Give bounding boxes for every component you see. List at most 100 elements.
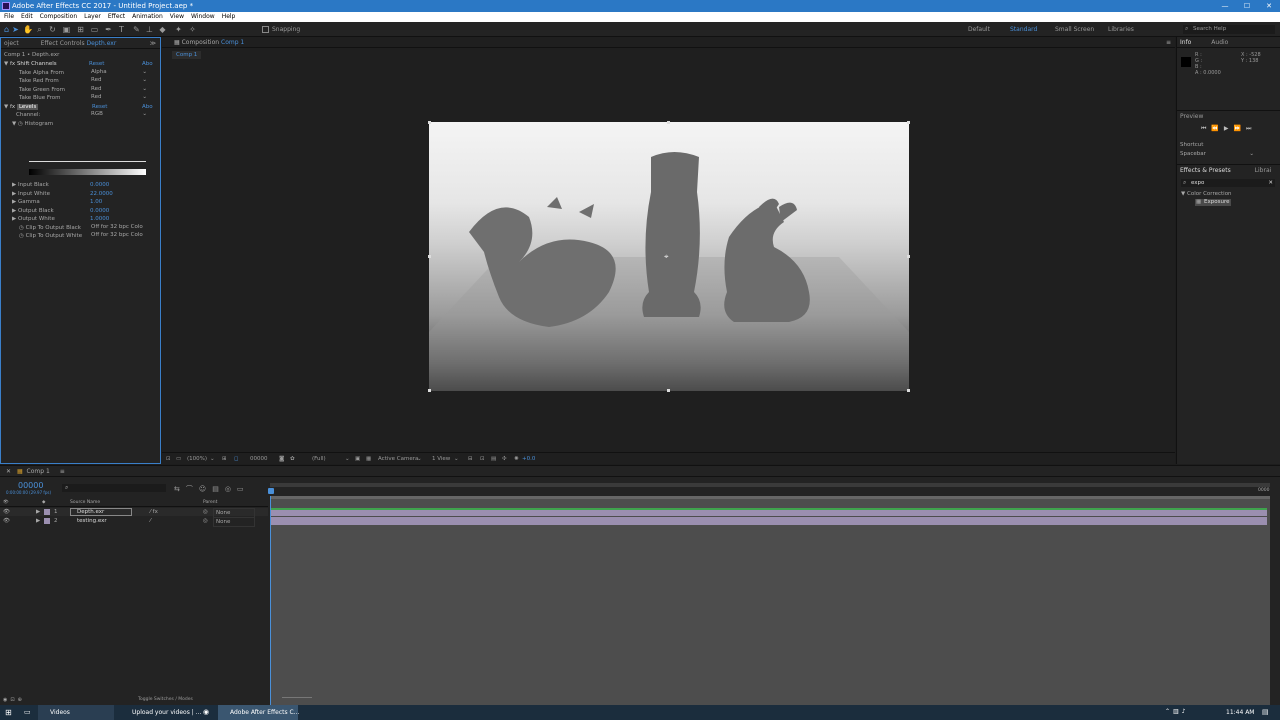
- view-layout-dropdown[interactable]: 1 View: [432, 453, 450, 465]
- eraser-tool-icon[interactable]: ◆: [158, 25, 167, 34]
- windows-start-icon[interactable]: ⊞: [5, 708, 12, 717]
- transform-handle[interactable]: [667, 121, 670, 124]
- expand-arrow-icon[interactable]: ▶: [12, 199, 16, 205]
- draft-3d-icon[interactable]: ⌒: [186, 485, 199, 493]
- menu-animation[interactable]: Animation: [132, 12, 163, 22]
- effect-shift-channels[interactable]: ▼ fx Shift Channels Reset Abo: [4, 60, 159, 68]
- tab-effect-controls[interactable]: Effect Controls Depth.exr: [41, 40, 117, 47]
- next-frame-icon[interactable]: ⏩: [1234, 125, 1246, 132]
- anchor-point-icon[interactable]: ⌖: [664, 252, 669, 262]
- panel-menu-icon[interactable]: ≡: [60, 468, 65, 475]
- zoom-tool-icon[interactable]: ⌕: [35, 25, 44, 34]
- about-link[interactable]: Abo: [142, 103, 153, 111]
- pen-tool-icon[interactable]: ✒: [104, 25, 113, 34]
- workspace-default[interactable]: Default: [968, 26, 990, 33]
- category-color-correction[interactable]: ▼ Color Correction: [1181, 191, 1232, 197]
- pick-whip-icon[interactable]: ◎: [203, 517, 208, 525]
- snapping-checkbox[interactable]: [262, 26, 269, 33]
- param-dropdown[interactable]: Red ⌄: [91, 94, 149, 101]
- camera-tool-icon[interactable]: ▣: [62, 25, 71, 34]
- expand-arrow-icon[interactable]: ▼: [4, 104, 8, 110]
- close-button[interactable]: ✕: [1258, 0, 1280, 12]
- transform-handle[interactable]: [667, 389, 670, 392]
- fx-icon[interactable]: fx: [10, 104, 15, 110]
- region-of-interest-icon[interactable]: ▣: [355, 453, 360, 465]
- panel-menu-icon[interactable]: ≡: [1166, 37, 1171, 48]
- histogram-row[interactable]: ▼ ◷ Histogram: [12, 120, 53, 128]
- param-output-white[interactable]: ▶ Output White: [12, 215, 55, 223]
- playhead-handle[interactable]: [268, 488, 274, 494]
- tab-audio[interactable]: Audio: [1211, 39, 1228, 46]
- toggle-pixel-aspect-icon[interactable]: ⊟: [468, 453, 473, 465]
- layer-bar[interactable]: [270, 508, 1267, 516]
- label-color-swatch[interactable]: [44, 518, 50, 524]
- layer-row[interactable]: 👁 ▶ 1 Depth.exr ⁄ fx ◎ None: [0, 508, 268, 518]
- composition-tab[interactable]: ▦ Composition Comp 1 ≡: [162, 37, 1175, 48]
- reset-link[interactable]: Reset: [89, 60, 104, 68]
- tab-project[interactable]: oject: [4, 40, 19, 47]
- clone-stamp-tool-icon[interactable]: ⊥: [145, 25, 154, 34]
- fx-switch-icon[interactable]: ⁄ fx: [150, 508, 158, 516]
- hand-tool-icon[interactable]: ✋: [23, 25, 33, 34]
- clear-search-icon[interactable]: ✕: [1268, 179, 1273, 187]
- transparency-grid-icon[interactable]: ▦: [366, 453, 371, 465]
- stopwatch-icon[interactable]: ◷: [18, 121, 23, 127]
- param-input-white[interactable]: ▶ Input White: [12, 190, 50, 198]
- param-gamma[interactable]: ▶ Gamma: [12, 198, 40, 206]
- expand-arrow-icon[interactable]: ▼: [1181, 191, 1185, 197]
- menu-window[interactable]: Window: [191, 12, 215, 22]
- taskbar-item-after-effects[interactable]: Adobe After Effects C...: [218, 705, 299, 720]
- taskbar-clock[interactable]: 11:44 AM: [1226, 705, 1254, 720]
- menu-file[interactable]: File: [4, 12, 14, 22]
- maximize-button[interactable]: ☐: [1236, 0, 1258, 12]
- notifications-icon[interactable]: ▤: [1262, 708, 1269, 716]
- exposure-icon[interactable]: ✺: [514, 453, 519, 465]
- fx-switch-icon[interactable]: ⁄: [150, 517, 151, 525]
- tab-info[interactable]: Info: [1180, 39, 1191, 46]
- close-icon[interactable]: ✕: [6, 468, 11, 475]
- flowchart-icon[interactable]: ✣: [502, 453, 507, 465]
- puppet-tool-icon[interactable]: ✧: [188, 25, 197, 34]
- exposure-value[interactable]: +0.0: [522, 453, 535, 465]
- transform-handle[interactable]: [907, 255, 910, 258]
- home-icon[interactable]: ⌂: [2, 25, 11, 34]
- pan-behind-tool-icon[interactable]: ⊞: [76, 25, 85, 34]
- timeline-search-input[interactable]: ⌕: [62, 484, 166, 492]
- parent-header[interactable]: Parent: [203, 499, 217, 507]
- composition-viewer[interactable]: ⌖: [428, 121, 910, 392]
- frame-blending-icon[interactable]: ▤: [212, 485, 225, 493]
- first-frame-icon[interactable]: ⏮: [1201, 125, 1211, 132]
- menu-layer[interactable]: Layer: [84, 12, 101, 22]
- menu-help[interactable]: Help: [222, 12, 236, 22]
- source-name-header[interactable]: Source Name: [70, 499, 100, 507]
- param-dropdown[interactable]: Off for 32 bpc Colo: [91, 232, 149, 239]
- magnification-dropdown[interactable]: (100%): [187, 453, 207, 465]
- shortcut-dropdown[interactable]: Spacebar ⌄: [1180, 151, 1270, 157]
- workspace-libraries[interactable]: Libraries: [1108, 26, 1134, 33]
- expand-arrow-icon[interactable]: ▶: [36, 517, 40, 525]
- effect-levels[interactable]: ▼ fx Levels Reset Abo: [4, 103, 159, 111]
- workspace-standard[interactable]: Standard: [1010, 26, 1037, 33]
- preview-tab[interactable]: Preview: [1177, 111, 1280, 122]
- channel-dropdown[interactable]: RGB ⌄: [91, 111, 149, 118]
- channel-icon[interactable]: ✿: [290, 453, 295, 465]
- parent-dropdown[interactable]: None: [213, 517, 255, 527]
- param-dropdown[interactable]: Off for 32 bpc Colo: [91, 224, 149, 231]
- expand-arrow-icon[interactable]: ▼: [12, 121, 16, 127]
- transform-handle[interactable]: [428, 389, 431, 392]
- work-area-bar[interactable]: [270, 483, 1270, 487]
- param-value[interactable]: 1.00: [90, 198, 102, 206]
- transform-handle[interactable]: [907, 121, 910, 124]
- composition-mini-flowchart-icon[interactable]: ⇆: [174, 485, 186, 493]
- param-value[interactable]: 1.0000: [90, 215, 109, 223]
- menu-composition[interactable]: Composition: [40, 12, 77, 22]
- param-dropdown[interactable]: Alpha ⌄: [91, 69, 149, 76]
- current-time[interactable]: 00000: [250, 453, 268, 465]
- timeline-icon[interactable]: ▤: [491, 453, 496, 465]
- minimize-button[interactable]: —: [1214, 0, 1236, 12]
- shy-icon[interactable]: ☺: [199, 485, 212, 493]
- workspace-small-screen[interactable]: Small Screen: [1055, 26, 1094, 33]
- expand-arrow-icon[interactable]: ▼: [4, 61, 8, 67]
- camera-snapshot-icon[interactable]: ◙: [279, 453, 284, 465]
- search-help-input[interactable]: Search Help: [1183, 25, 1275, 34]
